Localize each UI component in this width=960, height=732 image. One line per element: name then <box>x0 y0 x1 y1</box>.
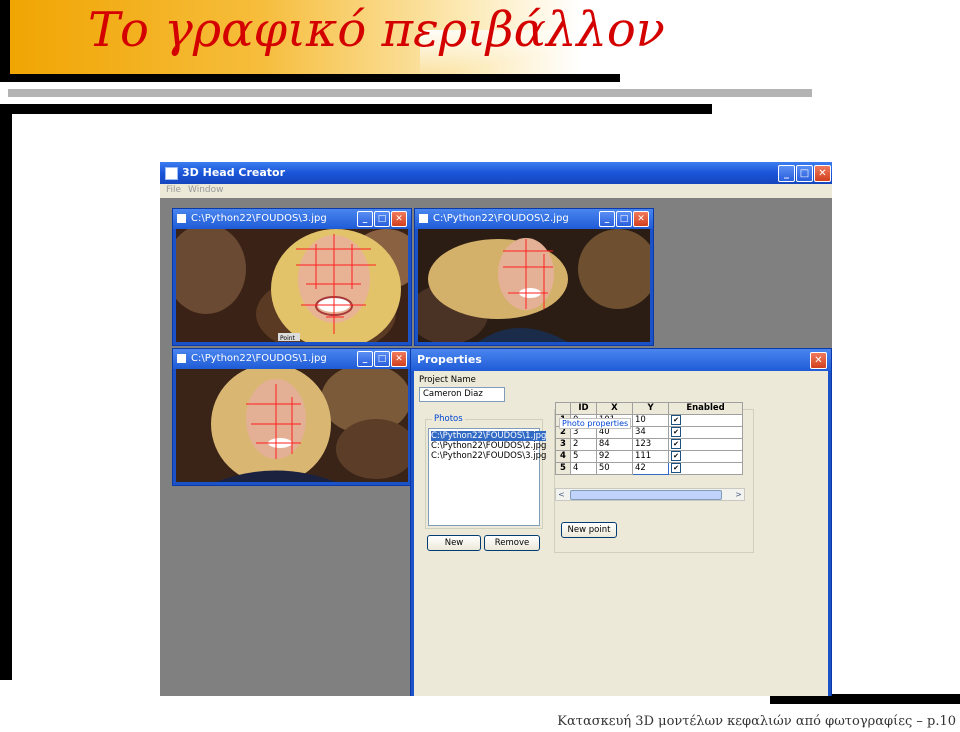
face-photo-3[interactable]: Point <box>176 229 408 342</box>
cell-y[interactable]: 42 <box>631 462 670 475</box>
menu-file[interactable]: File <box>166 185 181 195</box>
table-row[interactable]: 5 4 50 42 ✔ <box>555 462 743 475</box>
cell-y[interactable]: 10 <box>631 414 670 427</box>
title-rule-black <box>0 74 620 82</box>
row-header[interactable]: 5 <box>555 462 571 475</box>
cell-enabled[interactable]: ✔ <box>668 438 743 451</box>
photo-window-1-titlebar[interactable]: C:\Python22\FOUDOS\1.jpg _ □ ✕ <box>173 349 411 369</box>
app-screenshot: 3D Head Creator _ □ ✕ File Window C:\Pyt… <box>160 162 832 696</box>
close-button[interactable]: ✕ <box>810 352 827 369</box>
close-button[interactable]: ✕ <box>814 165 831 182</box>
photo-window-2-titlebar[interactable]: C:\Python22\FOUDOS\2.jpg _ □ ✕ <box>415 209 653 229</box>
new-point-button[interactable]: New point <box>561 522 617 538</box>
properties-title: Properties <box>417 353 482 366</box>
cell-id[interactable]: 2 <box>570 438 597 451</box>
cell-x[interactable]: 84 <box>595 438 633 451</box>
cell-y[interactable]: 111 <box>631 450 670 463</box>
grid-header-id[interactable]: ID <box>570 402 597 415</box>
photo-window-2[interactable]: C:\Python22\FOUDOS\2.jpg _ □ ✕ <box>414 208 654 346</box>
window-icon <box>177 354 186 363</box>
enabled-checkbox[interactable]: ✔ <box>671 415 682 425</box>
cell-enabled[interactable]: ✔ <box>668 450 743 463</box>
cell-x[interactable]: 92 <box>595 450 633 463</box>
title-left-bar <box>0 0 10 80</box>
grid-corner <box>555 402 571 415</box>
cell-y[interactable]: 34 <box>631 426 670 439</box>
photo-list-item[interactable]: C:\Python22\FOUDOS\1.jpg <box>431 431 547 441</box>
grid-header-y[interactable]: Y <box>631 402 670 415</box>
app-titlebar[interactable]: 3D Head Creator _ □ ✕ <box>160 162 832 184</box>
slide-title: Το γραφικό περιβάλλον <box>88 2 665 58</box>
row-header[interactable]: 4 <box>555 450 571 463</box>
title-rule-gray <box>8 89 812 97</box>
face-photo-1[interactable] <box>176 369 408 482</box>
properties-window[interactable]: Properties ✕ Project Name Cameron Diaz P… <box>410 348 832 696</box>
scroll-thumb[interactable] <box>570 490 722 500</box>
frame-left-bar <box>0 104 12 680</box>
scroll-left-icon[interactable]: < <box>556 489 567 500</box>
remove-photo-button[interactable]: Remove <box>484 535 540 551</box>
grid-horizontal-scrollbar[interactable]: < > <box>555 488 745 501</box>
table-row[interactable]: 3 2 84 123 ✔ <box>555 438 743 451</box>
photo-list-item[interactable]: C:\Python22\FOUDOS\3.jpg <box>431 451 546 461</box>
project-name-label: Project Name <box>419 375 476 385</box>
row-header[interactable]: 3 <box>555 438 571 451</box>
photo-window-2-title: C:\Python22\FOUDOS\2.jpg <box>433 213 569 224</box>
face-photo-2[interactable] <box>418 229 650 342</box>
table-row[interactable]: 4 5 92 111 ✔ <box>555 450 743 463</box>
cell-enabled[interactable]: ✔ <box>668 462 743 475</box>
photo-window-3[interactable]: C:\Python22\FOUDOS\3.jpg _ □ ✕ Point <box>172 208 412 346</box>
cell-y[interactable]: 123 <box>631 438 670 451</box>
point-label: Point <box>280 335 296 342</box>
grid-header-enabled[interactable]: Enabled <box>668 402 743 415</box>
cell-x[interactable]: 50 <box>595 462 633 475</box>
maximize-button[interactable]: □ <box>796 165 813 182</box>
menu-bar: File Window <box>160 184 832 198</box>
enabled-checkbox[interactable]: ✔ <box>671 439 682 449</box>
grid-header-x[interactable]: X <box>595 402 633 415</box>
maximize-button[interactable]: □ <box>374 211 390 227</box>
frame-top-rule <box>0 104 712 114</box>
enabled-checkbox[interactable]: ✔ <box>671 451 682 461</box>
window-icon <box>419 214 428 223</box>
menu-window[interactable]: Window <box>188 185 224 195</box>
maximize-button[interactable]: □ <box>374 351 390 367</box>
photo-window-3-titlebar[interactable]: C:\Python22\FOUDOS\3.jpg _ □ ✕ <box>173 209 411 229</box>
close-button[interactable]: ✕ <box>391 211 407 227</box>
cell-enabled[interactable]: ✔ <box>668 426 743 439</box>
photo-window-1-title: C:\Python22\FOUDOS\1.jpg <box>191 353 327 364</box>
photos-group-label: Photos <box>432 414 465 424</box>
app-title: 3D Head Creator <box>182 166 286 179</box>
new-photo-button[interactable]: New <box>427 535 481 551</box>
mdi-workspace: C:\Python22\FOUDOS\3.jpg _ □ ✕ Point C:\… <box>160 198 832 696</box>
cell-id[interactable]: 4 <box>570 462 597 475</box>
photos-group: Photos C:\Python22\FOUDOS\1.jpg C:\Pytho… <box>425 414 547 529</box>
close-button[interactable]: ✕ <box>391 351 407 367</box>
minimize-button[interactable]: _ <box>357 211 373 227</box>
maximize-button[interactable]: □ <box>616 211 632 227</box>
slide-footer: Κατασκευή 3D μοντέλων κεφαλιών από φωτογ… <box>557 714 956 729</box>
properties-body: Project Name Cameron Diaz Photos C:\Pyth… <box>414 371 828 696</box>
points-grid[interactable]: ID X Y Enabled 1 0 101 10 ✔ <box>555 402 743 475</box>
minimize-button[interactable]: _ <box>357 351 373 367</box>
window-icon <box>177 214 186 223</box>
photos-list[interactable]: C:\Python22\FOUDOS\1.jpg C:\Python22\FOU… <box>428 428 547 526</box>
project-name-field[interactable]: Cameron Diaz <box>419 387 505 402</box>
photo-properties-group: ID X Y Enabled 1 0 101 10 ✔ <box>554 402 754 553</box>
minimize-button[interactable]: _ <box>599 211 615 227</box>
minimize-button[interactable]: _ <box>778 165 795 182</box>
photo-window-1[interactable]: C:\Python22\FOUDOS\1.jpg _ □ ✕ <box>172 348 412 486</box>
cell-enabled[interactable]: ✔ <box>668 414 743 427</box>
photo-list-item[interactable]: C:\Python22\FOUDOS\2.jpg <box>431 441 546 451</box>
app-icon <box>165 167 178 180</box>
photo-window-3-title: C:\Python22\FOUDOS\3.jpg <box>191 213 327 224</box>
cell-id[interactable]: 5 <box>570 450 597 463</box>
photo-properties-label: Photo properties <box>559 418 632 429</box>
scroll-right-icon[interactable]: > <box>733 489 744 500</box>
properties-titlebar[interactable]: Properties ✕ <box>411 349 831 371</box>
close-button[interactable]: ✕ <box>633 211 649 227</box>
enabled-checkbox[interactable]: ✔ <box>671 427 682 437</box>
enabled-checkbox[interactable]: ✔ <box>671 463 682 473</box>
